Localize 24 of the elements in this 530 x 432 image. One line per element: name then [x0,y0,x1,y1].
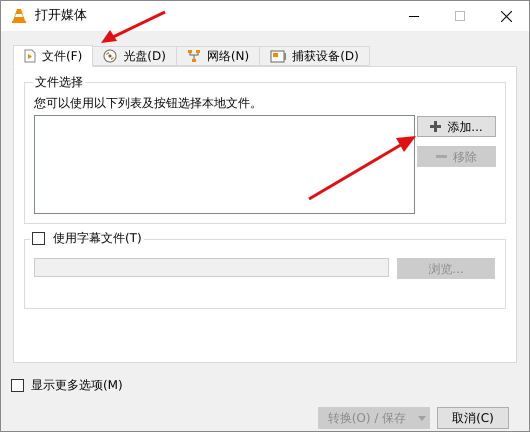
hint-text: 您可以使用以下列表及按钮选择本地文件。 [34,95,263,111]
group-title: 文件选择 [33,74,85,90]
file-icon [24,49,36,63]
window-title: 打开媒体 [35,7,87,26]
checkbox[interactable] [32,232,45,244]
plus-icon [430,121,442,132]
tab[interactable]: 文件(F) [13,45,94,67]
subtitle-label: 使用字幕文件(T) [53,230,142,246]
tab[interactable]: 网络(N) [176,46,260,66]
minus-icon [436,155,447,158]
file-list[interactable] [34,115,415,214]
capture-card-icon [270,50,286,62]
more-options-label: 显示更多选项(M) [31,377,123,394]
annotation-arrow [101,10,167,44]
tab[interactable]: 光盘(D) [92,46,177,66]
checkbox[interactable] [11,378,24,392]
traffic-cone-icon [11,8,27,24]
subtitle-file-field[interactable] [34,258,389,277]
tab[interactable]: 捕获设备(D) [259,46,370,66]
add-button[interactable]: 添加... [417,116,496,137]
dropdown-caret-icon [418,416,426,420]
cancel-button[interactable]: 取消(C) [437,407,509,429]
disc-icon [103,49,118,63]
network-icon [186,49,201,63]
